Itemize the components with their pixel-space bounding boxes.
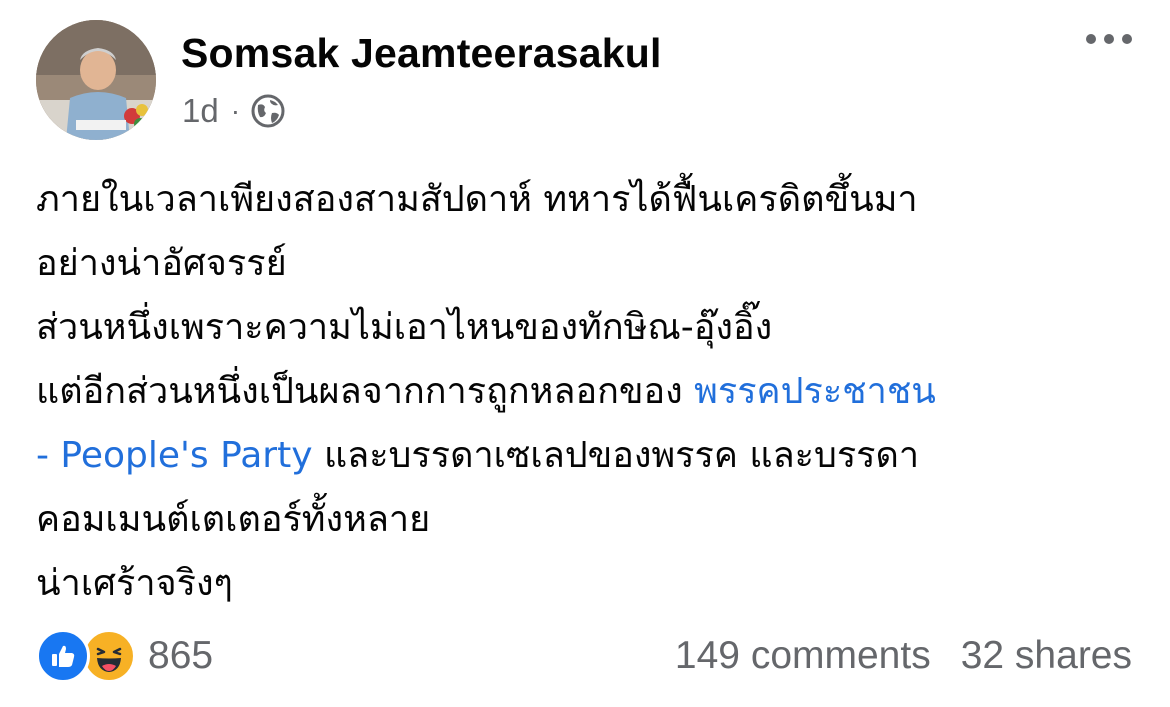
- page-mention-link[interactable]: พรรคประชาชน: [694, 371, 936, 412]
- post-text-line: - People's Party และบรรดาเซเลปของพรรค แล…: [36, 424, 1136, 488]
- post-text-line: ส่วนหนึ่งเพราะความไม่เอาไหนของทักษิณ-อุ๊…: [36, 307, 773, 348]
- post-text-segment: แต่อีกส่วนหนึ่งเป็นผลจากการถูกหลอกของ: [36, 371, 695, 412]
- meta-separator: ·: [230, 95, 241, 126]
- post-text-segment: และบรรดาเซเลปของพรรค และบรรดา: [312, 435, 920, 476]
- reactions-summary[interactable]: 865: [36, 628, 213, 684]
- facebook-post: Somsak Jeamteerasakul 1d · ภายในเวลาเพีย…: [0, 0, 1170, 707]
- reaction-count: 865: [148, 634, 214, 677]
- post-text-line: แต่อีกส่วนหนึ่งเป็นผลจากการถูกหลอกของ พร…: [36, 360, 1136, 424]
- post-meta: 1d ·: [182, 90, 286, 132]
- shares-count-link[interactable]: 32 shares: [961, 634, 1132, 678]
- post-text-line: ภายในเวลาเพียงสองสามสัปดาห์ ทหารได้ฟื้นเ…: [36, 179, 918, 220]
- page-mention-link-continued[interactable]: - People's Party: [36, 435, 313, 476]
- post-text-line: อย่างน่าอัศจรรย์: [36, 243, 287, 284]
- like-icon: [36, 629, 90, 683]
- post-stats: 149 comments 32 shares: [675, 630, 1132, 682]
- post-text-line: น่าเศร้าจริงๆ: [36, 563, 233, 604]
- author-name[interactable]: Somsak Jeamteerasakul: [181, 30, 662, 77]
- more-horizontal-icon[interactable]: [1086, 34, 1132, 44]
- haha-icon: [82, 629, 136, 683]
- globe-icon[interactable]: [250, 93, 286, 129]
- post-timestamp[interactable]: 1d: [182, 92, 219, 130]
- more-dot: [1122, 34, 1132, 44]
- more-dot: [1086, 34, 1096, 44]
- author-avatar[interactable]: [36, 20, 156, 140]
- post-text: ภายในเวลาเพียงสองสามสัปดาห์ ทหารได้ฟื้นเ…: [36, 168, 1136, 616]
- more-dot: [1104, 34, 1114, 44]
- post-text-line: คอมเมนต์เตเตอร์ทั้งหลาย: [36, 499, 431, 540]
- comments-count-link[interactable]: 149 comments: [675, 634, 931, 678]
